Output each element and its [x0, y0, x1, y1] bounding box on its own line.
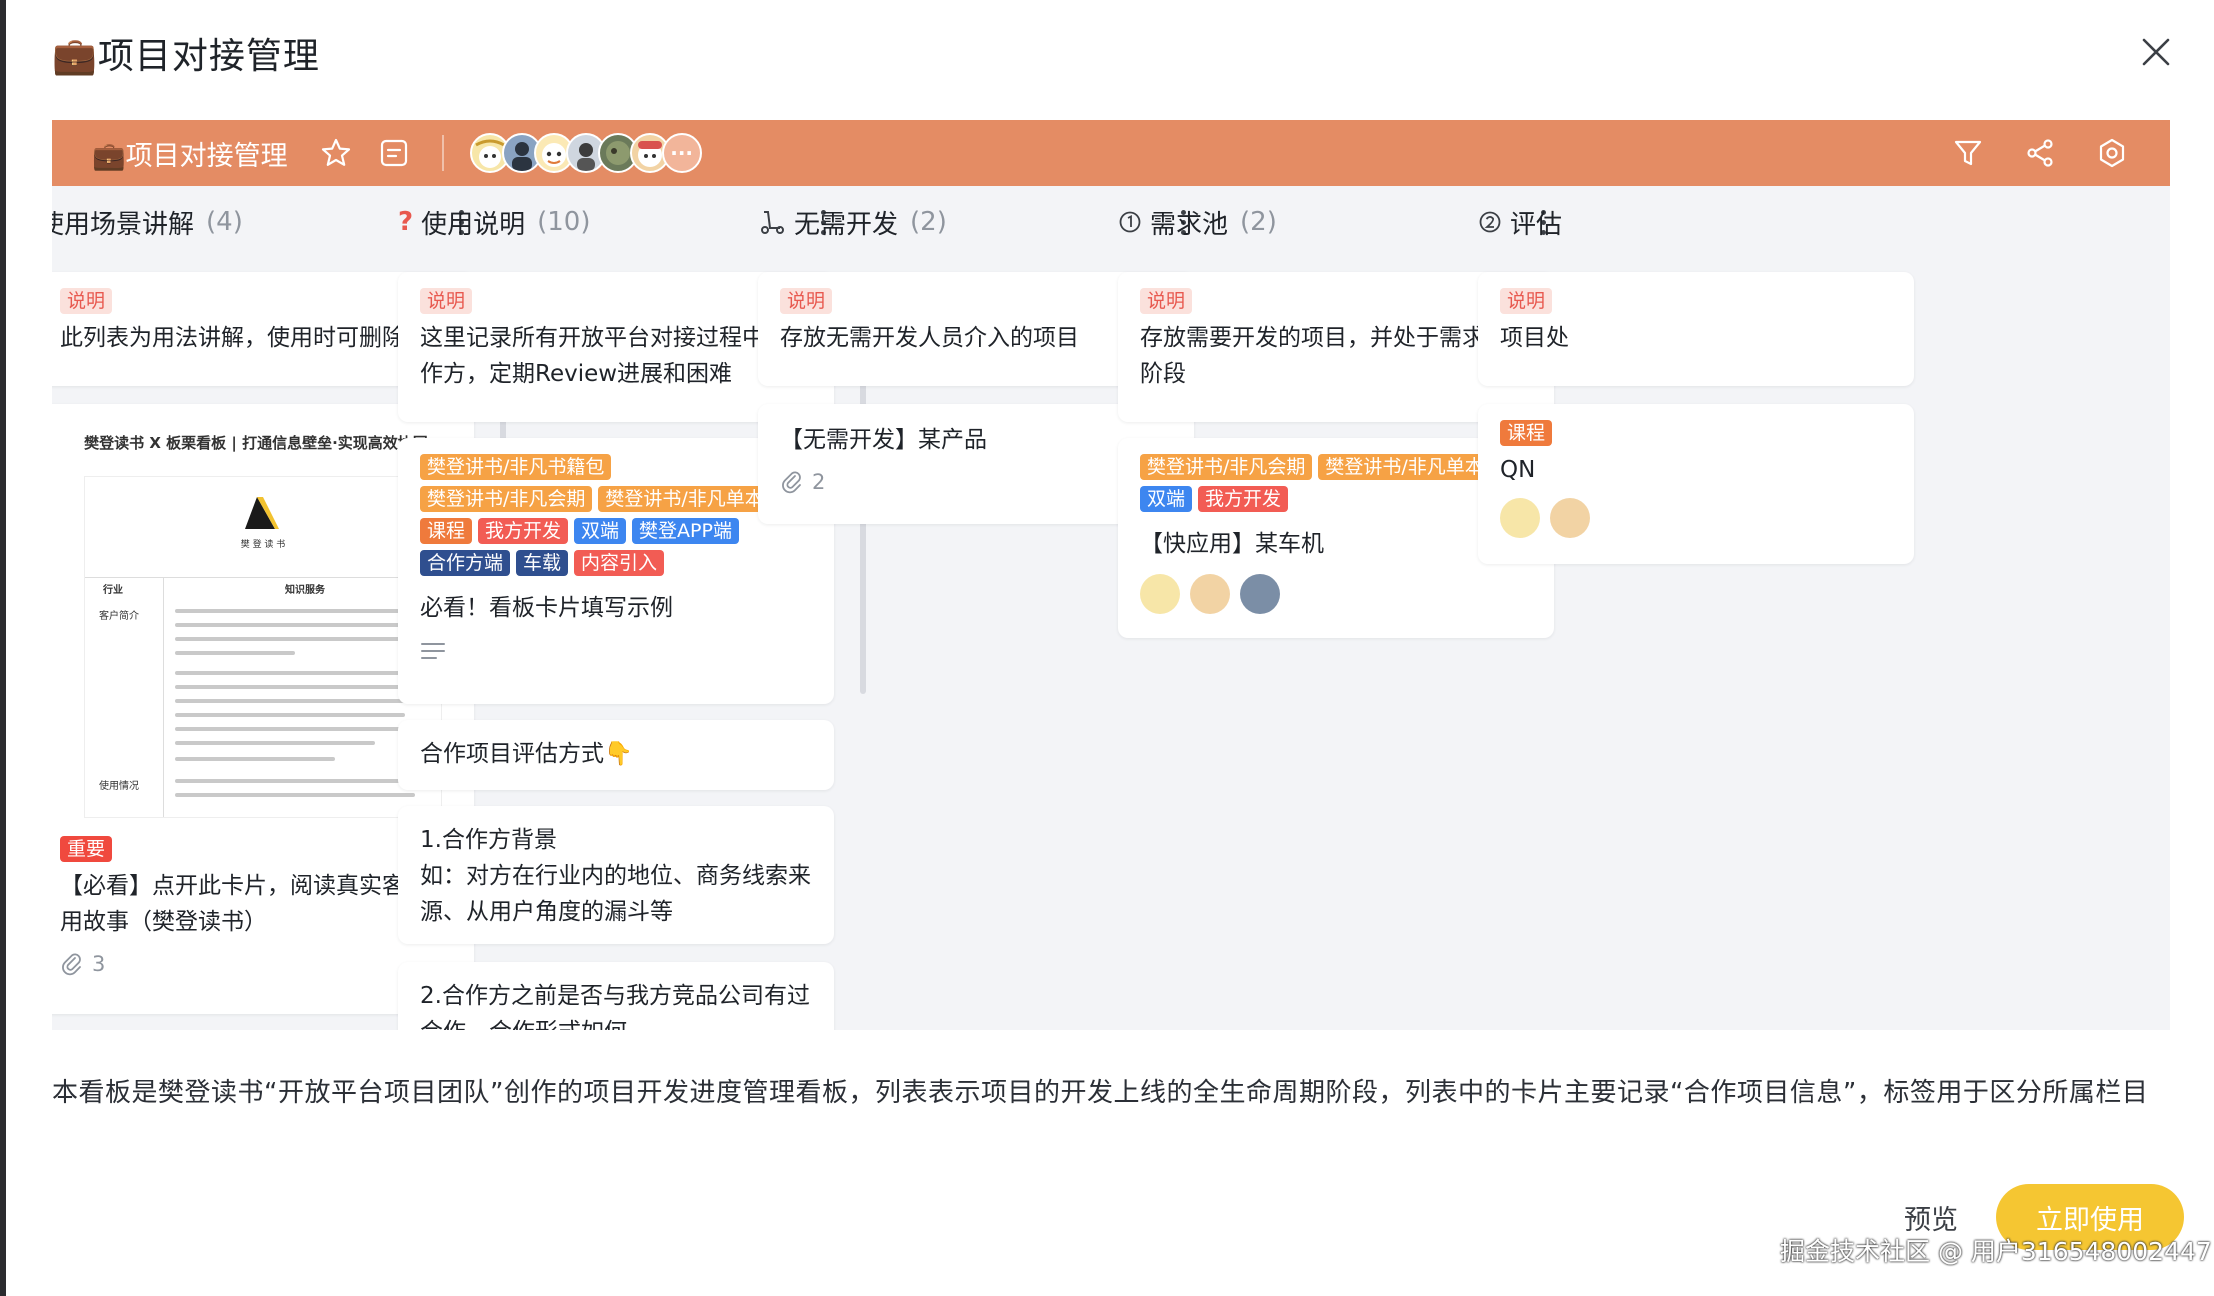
avatar: [1550, 498, 1590, 538]
card-tags: 樊登讲书/非凡会期 樊登讲书/非凡单本 双端 我方开发: [1140, 454, 1532, 518]
card-title: 必看！看板卡片填写示例: [420, 595, 673, 621]
close-button[interactable]: [2134, 30, 2178, 74]
card-title: 1.合作方背景 如：对方在行业内的地位、商务线索来源、从用户角度的漏斗等: [420, 827, 811, 925]
description-icon[interactable]: [372, 131, 416, 175]
list-header: 评估: [1478, 200, 1914, 244]
card-members: [1140, 574, 1532, 614]
card-title: 【快应用】某车机: [1140, 531, 1324, 557]
card-tag: 课程: [1500, 420, 1553, 446]
avatar: [1500, 498, 1540, 538]
card-title: 项目处: [1500, 325, 1569, 351]
card-members: [1500, 498, 1892, 538]
toolbar-actions: [1946, 131, 2134, 175]
card[interactable]: 说明 项目处: [1478, 272, 1914, 386]
list-count: (2): [910, 207, 947, 237]
settings-icon[interactable]: [2090, 131, 2134, 175]
card-title: 这里记录所有开放平台对接过程中的合作方，定期Review进展和困难: [420, 325, 811, 387]
cover-brand: 樊 登 读 书: [240, 540, 286, 550]
template-modal: 💼项目对接管理 💼项目对接管理 ··· 使用场景讲解 (4) 说明 此列表为用法…: [6, 0, 2214, 1296]
kanban-board: 使用场景讲解 (4) 说明 此列表为用法讲解，使用时可删除 樊登读书 X 板栗看…: [52, 186, 2170, 1030]
star-icon[interactable]: [314, 131, 358, 175]
watermark: 掘金技术社区 @ 用户3165480024​47: [1780, 1237, 2212, 1266]
list-count: (2): [1240, 207, 1277, 237]
share-icon[interactable]: [2018, 131, 2062, 175]
cover-row-usage: 使用情况: [99, 781, 139, 792]
card-title: QN: [1500, 457, 1536, 483]
attachment-icon: [62, 953, 81, 976]
card-tag: 樊登讲书/非凡书籍包: [420, 454, 612, 480]
card-title: 存放无需开发人员介入的项目: [780, 325, 1079, 351]
card-tag: 樊登讲书/非凡单本: [598, 486, 771, 512]
card-tag: 车载: [516, 550, 569, 576]
cover-header-service: 知识服务: [285, 585, 325, 596]
card-tag: 课程: [420, 518, 473, 544]
card-tag: 双端: [1140, 486, 1193, 512]
card-title: 此列表为用法讲解，使用时可删除: [60, 325, 405, 351]
circled-two-icon: [1478, 210, 1502, 234]
card-title: 2.合作方之前是否与我方竞品公司有过合作、合作形式如何: [420, 983, 810, 1030]
list-title: 评估: [1510, 209, 1563, 240]
card-tag: 合作方端: [420, 550, 511, 576]
attachment-icon: [782, 471, 801, 494]
list-title: 无需开发: [794, 209, 899, 240]
board-description: 本看板是樊登读书“开放平台项目团队”创作的项目开发进度管理看板，列表表示项目的开…: [52, 1078, 2149, 1108]
board-title: 💼项目对接管理: [92, 134, 288, 173]
circled-one-icon: [1118, 210, 1142, 234]
question-icon: ?: [398, 207, 414, 237]
scooter-icon: [758, 208, 786, 236]
use-now-label: 立即使用: [2036, 1204, 2144, 1236]
card-tag: 樊登讲书/非凡单本: [1318, 454, 1491, 480]
list-count: (10): [537, 207, 591, 237]
more-members-label: ···: [670, 141, 694, 165]
card-attachments: 3: [60, 952, 452, 976]
card-attachments: 2: [780, 470, 1172, 494]
card-tag: 重要: [60, 836, 113, 862]
list-title: 使用场景讲解: [52, 209, 195, 240]
avatar: [1140, 574, 1180, 614]
list-title: 需求池: [1150, 209, 1229, 240]
avatar: [1190, 574, 1230, 614]
filter-icon[interactable]: [1946, 131, 1990, 175]
avatar: [1240, 574, 1280, 614]
board-title-text: 💼项目对接管理: [92, 140, 288, 172]
card-tag: 樊登讲书/非凡会期: [1140, 454, 1313, 480]
toolbar-divider: [441, 135, 444, 171]
card-tag: 说明: [60, 288, 113, 314]
list-title: 使用说明: [421, 209, 526, 240]
cover-header-industry: 行业: [103, 585, 123, 596]
card-tag: 双端: [574, 518, 627, 544]
card-title: 【必看】点开此卡片，阅读真实客户使用故事（樊登读书）: [60, 873, 451, 935]
card-tag: 我方开发: [1198, 486, 1289, 512]
card-tag: 樊登讲书/非凡会期: [420, 486, 593, 512]
card-tag: 说明: [420, 288, 473, 314]
card-tag: 樊登APP端: [632, 518, 739, 544]
board-toolbar: 💼项目对接管理 ···: [52, 120, 2170, 186]
card-title: 【无需开发】某产品: [780, 427, 987, 453]
card[interactable]: 课程 QN: [1478, 404, 1914, 564]
close-icon: [2142, 38, 2170, 66]
modal-title: 💼项目对接管理: [52, 28, 320, 78]
list-evaluation: 评估 说明 项目处 课程 QN: [1478, 186, 1914, 1030]
member-avatars[interactable]: ···: [469, 133, 702, 173]
card-tag: 说明: [780, 288, 833, 314]
card-tag: 说明: [1140, 288, 1193, 314]
card-title: 合作项目评估方式👇: [420, 741, 633, 767]
card-tag: 我方开发: [478, 518, 569, 544]
card-title: 存放需要开发的项目，并处于需求制定阶段: [1140, 325, 1531, 387]
board-preview: 💼项目对接管理 ··· 使用场景讲解 (4) 说明 此列表为用法讲解，使用时可删…: [52, 120, 2170, 1030]
more-members-button[interactable]: ···: [661, 133, 702, 173]
modal-title-text: 💼项目对接管理: [52, 36, 320, 77]
cover-row-intro: 客户简介: [99, 611, 139, 622]
list-count: (4): [206, 207, 243, 237]
cover-document: 樊 登 读 书 行业 知识服务 客户简介 使用情况: [84, 476, 442, 818]
card-tag: 内容引入: [574, 550, 665, 576]
attachment-count: 3: [92, 952, 106, 976]
card-tags: 樊登讲书/非凡书籍包 樊登讲书/非凡会期 樊登讲书/非凡单本 课程 我方开发 双端 樊登…: [420, 454, 812, 582]
card-tag: 说明: [1500, 288, 1553, 314]
description-lines-icon: [421, 643, 445, 659]
attachment-count: 2: [812, 470, 826, 494]
fandeng-logo-icon: [245, 497, 279, 529]
